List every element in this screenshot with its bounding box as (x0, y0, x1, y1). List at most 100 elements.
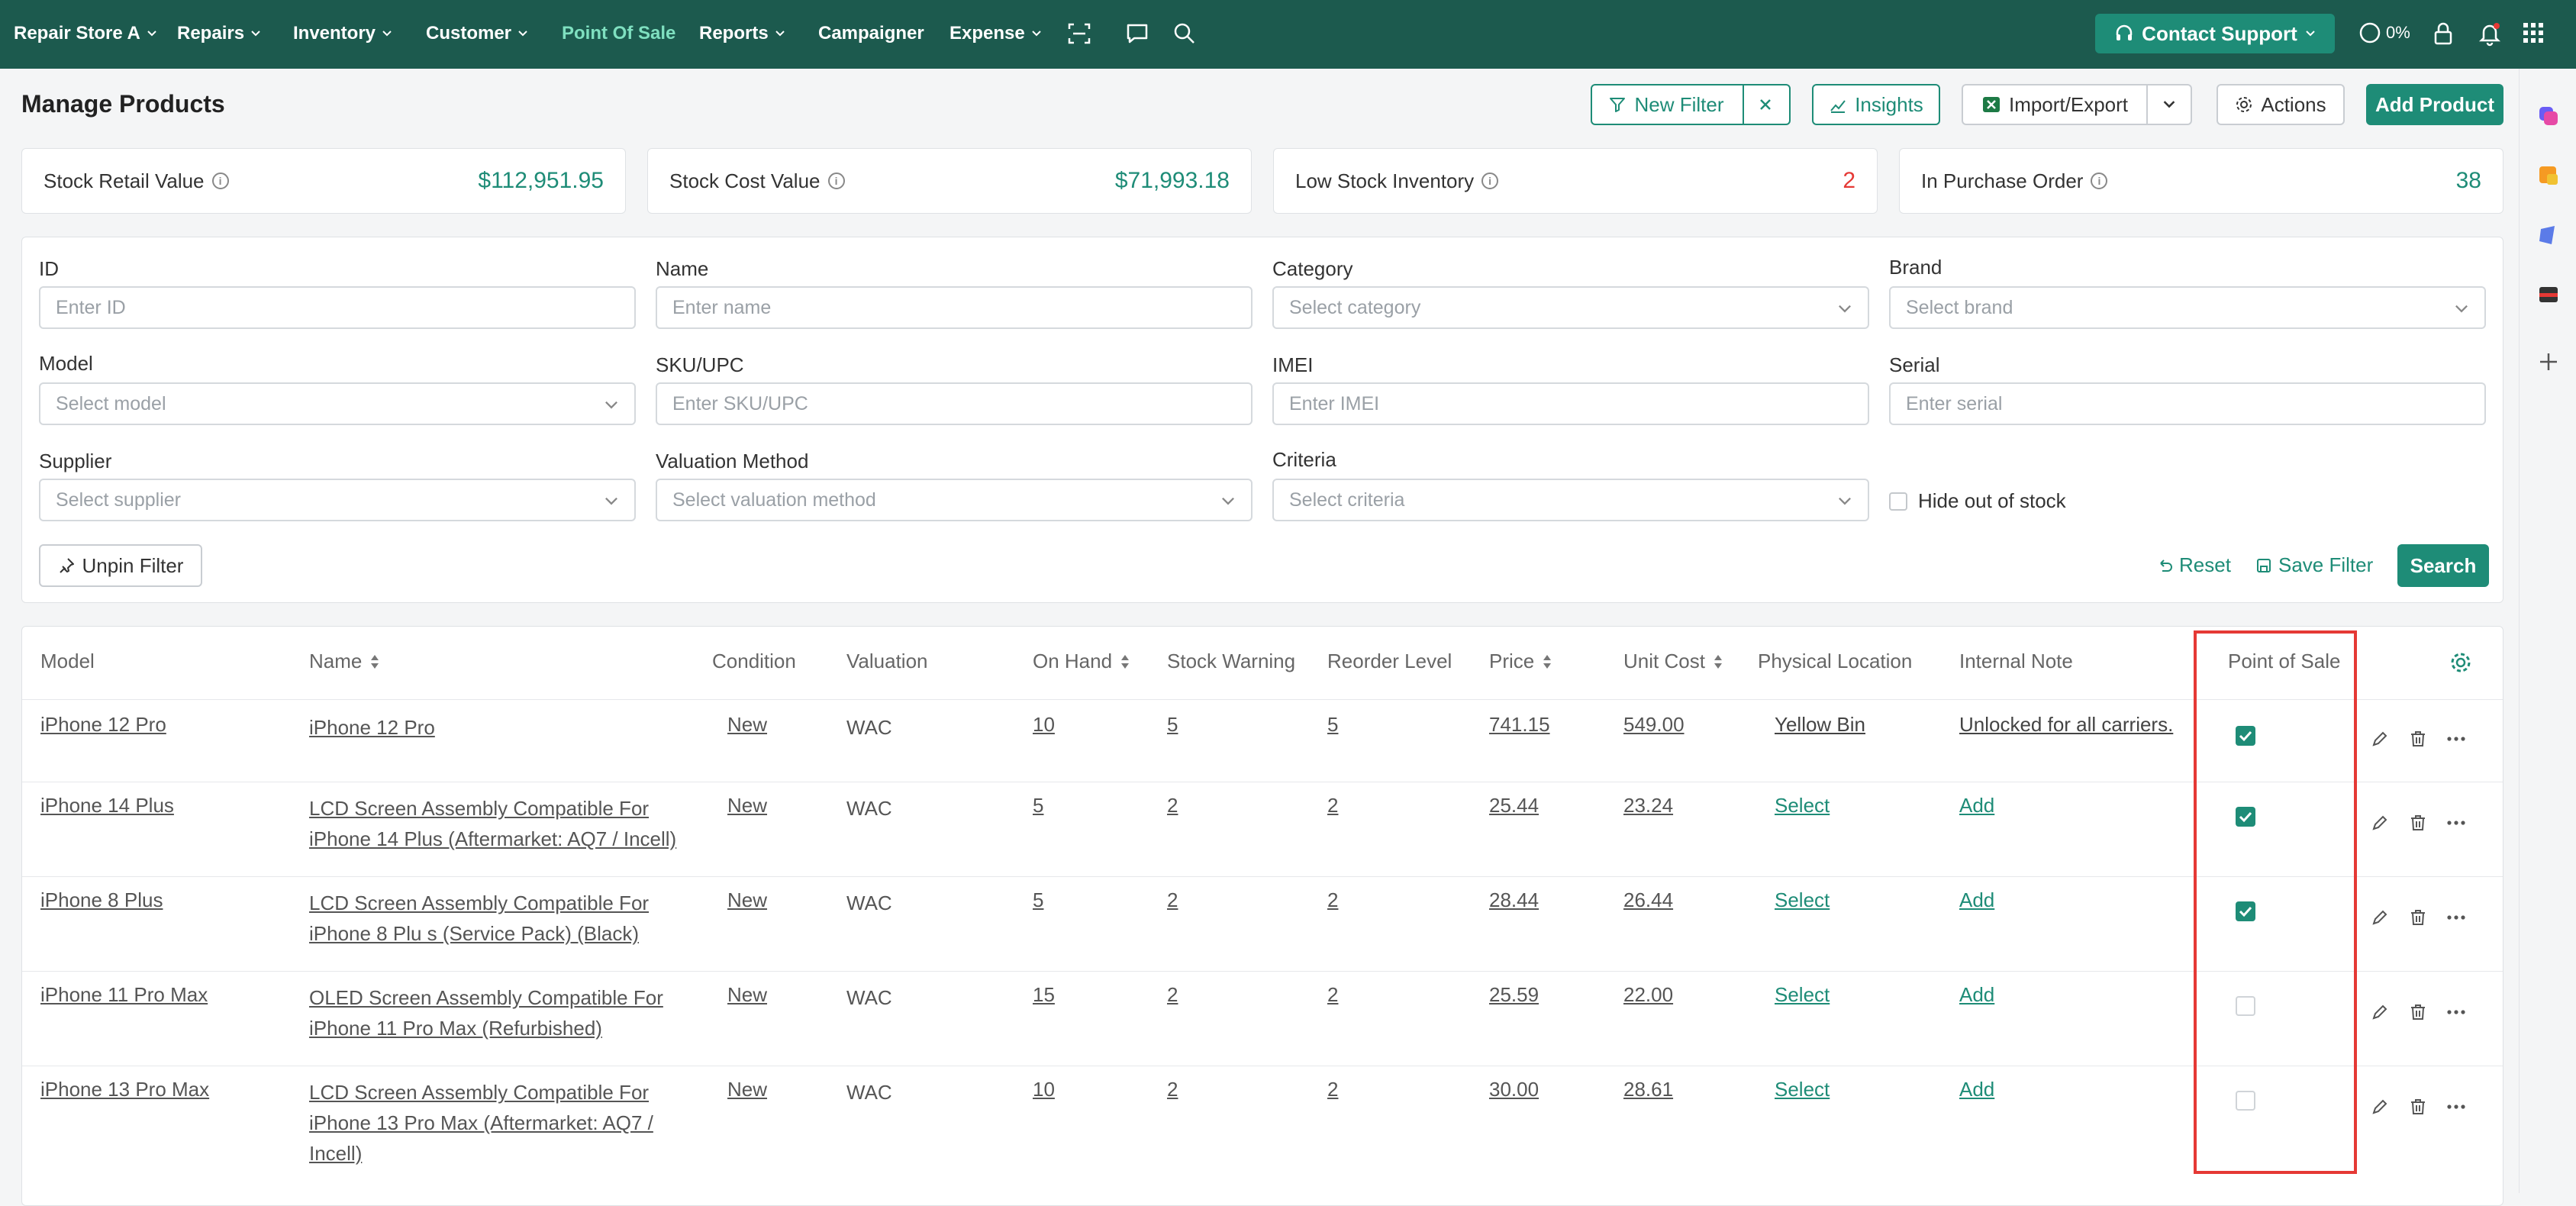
insights-button[interactable]: Insights (1812, 84, 1940, 125)
cell-name[interactable]: OLED Screen Assembly Compatible For iPhon… (309, 982, 663, 1043)
name-input[interactable]: Enter name (656, 286, 1253, 329)
cell-model[interactable]: iPhone 12 Pro (40, 709, 166, 740)
col-header-price[interactable]: Price (1489, 650, 1552, 673)
cell-reorder-level[interactable]: 2 (1327, 790, 1338, 821)
cell-price[interactable]: 28.44 (1489, 885, 1539, 915)
nav-reports[interactable]: Reports (699, 23, 785, 44)
reset-button[interactable]: Reset (2156, 553, 2231, 577)
serial-input[interactable]: Enter serial (1889, 382, 2486, 425)
import-export-dropdown[interactable] (2146, 84, 2192, 125)
edit-icon[interactable] (2370, 908, 2390, 927)
cell-internal-note[interactable]: Add (1959, 979, 1994, 1010)
nav-customer[interactable]: Customer (426, 23, 528, 44)
cell-model[interactable]: iPhone 11 Pro Max (40, 979, 208, 1010)
column-settings-gear-icon[interactable] (2449, 651, 2472, 674)
col-header-unit-cost[interactable]: Unit Cost (1623, 650, 1723, 673)
cell-internal-note[interactable]: Unlocked for all carriers. (1959, 709, 2173, 740)
nav-repairs[interactable]: Repairs (177, 23, 261, 44)
cell-reorder-level[interactable]: 2 (1327, 1074, 1338, 1104)
add-icon[interactable] (2536, 350, 2561, 374)
trash-icon[interactable] (2408, 729, 2428, 749)
trash-icon[interactable] (2408, 1002, 2428, 1022)
cell-model[interactable]: iPhone 14 Plus (40, 790, 174, 821)
cell-stock-warning[interactable]: 2 (1167, 1074, 1178, 1104)
cell-on-hand[interactable]: 15 (1033, 979, 1055, 1010)
cell-on-hand[interactable]: 5 (1033, 885, 1043, 915)
cell-unit-cost[interactable]: 28.61 (1623, 1074, 1673, 1104)
info-icon[interactable]: i (211, 173, 229, 189)
cell-price[interactable]: 25.59 (1489, 979, 1539, 1010)
col-header-name[interactable]: Name (309, 650, 380, 673)
info-icon[interactable]: i (1481, 173, 1499, 189)
add-product-button[interactable]: Add Product (2366, 84, 2503, 125)
save-filter-button[interactable]: Save Filter (2255, 553, 2373, 577)
brand-select[interactable]: Select brand (1889, 286, 2486, 329)
cell-model[interactable]: iPhone 13 Pro Max (40, 1074, 209, 1104)
cell-price[interactable]: 25.44 (1489, 790, 1539, 821)
cell-unit-cost[interactable]: 26.44 (1623, 885, 1673, 915)
cell-on-hand[interactable]: 10 (1033, 1074, 1055, 1104)
nav-campaigner[interactable]: Campaigner (818, 23, 924, 44)
checkbox-box[interactable] (1889, 492, 1907, 511)
search-button[interactable]: Search (2397, 544, 2489, 587)
cell-unit-cost[interactable]: 22.00 (1623, 979, 1673, 1010)
actions-button[interactable]: Actions (2217, 84, 2345, 125)
cell-condition[interactable]: New (727, 885, 767, 915)
more-icon[interactable] (2446, 1097, 2466, 1117)
criteria-select[interactable]: Select criteria (1272, 479, 1869, 521)
nav-point-of-sale[interactable]: Point Of Sale (562, 23, 675, 44)
store-selector[interactable]: Repair Store A (14, 23, 157, 44)
more-icon[interactable] (2446, 908, 2466, 927)
cell-condition[interactable]: New (727, 790, 767, 821)
id-input[interactable]: Enter ID (39, 286, 636, 329)
cell-name[interactable]: LCD Screen Assembly Compatible For iPhone… (309, 1077, 653, 1169)
cell-internal-note[interactable]: Add (1959, 1074, 1994, 1104)
cell-internal-note[interactable]: Add (1959, 885, 1994, 915)
col-header-on-hand[interactable]: On Hand (1033, 650, 1130, 673)
cell-reorder-level[interactable]: 2 (1327, 979, 1338, 1010)
cell-unit-cost[interactable]: 549.00 (1623, 709, 1685, 740)
cell-model[interactable]: iPhone 8 Plus (40, 885, 163, 915)
cell-stock-warning[interactable]: 2 (1167, 790, 1178, 821)
cell-physical-location[interactable]: Select (1775, 790, 1830, 821)
cell-condition[interactable]: New (727, 1074, 767, 1104)
copilot-icon[interactable] (2536, 104, 2561, 128)
cell-reorder-level[interactable]: 2 (1327, 885, 1338, 915)
close-icon[interactable] (1758, 97, 1773, 112)
cell-physical-location[interactable]: Select (1775, 979, 1830, 1010)
cell-reorder-level[interactable]: 5 (1327, 709, 1338, 740)
cell-physical-location[interactable]: Select (1775, 1074, 1830, 1104)
office-icon[interactable] (2536, 282, 2561, 307)
scan-icon[interactable] (1067, 21, 1091, 46)
trash-icon[interactable] (2408, 813, 2428, 833)
edit-icon[interactable] (2370, 813, 2390, 833)
edit-icon[interactable] (2370, 729, 2390, 749)
imei-input[interactable]: Enter IMEI (1272, 382, 1869, 425)
cell-internal-note[interactable]: Add (1959, 790, 1994, 821)
cell-physical-location[interactable]: Yellow Bin (1775, 709, 1865, 740)
search-icon[interactable] (1172, 21, 1197, 46)
nav-expense[interactable]: Expense (949, 23, 1042, 44)
sku-input[interactable]: Enter SKU/UPC (656, 382, 1253, 425)
edit-icon[interactable] (2370, 1002, 2390, 1022)
nav-inventory[interactable]: Inventory (293, 23, 392, 44)
extension-icon[interactable] (2536, 223, 2561, 247)
more-icon[interactable] (2446, 813, 2466, 833)
hide-out-of-stock-checkbox[interactable]: Hide out of stock (1889, 489, 2066, 513)
cell-stock-warning[interactable]: 2 (1167, 979, 1178, 1010)
info-icon[interactable]: i (827, 173, 845, 189)
cell-stock-warning[interactable]: 5 (1167, 709, 1178, 740)
import-export-button[interactable]: Import/Export (1962, 84, 2148, 125)
more-icon[interactable] (2446, 1002, 2466, 1022)
more-icon[interactable] (2446, 729, 2466, 749)
unpin-filter-button[interactable]: Unpin Filter (39, 544, 202, 587)
supplier-select[interactable]: Select supplier (39, 479, 636, 521)
trash-icon[interactable] (2408, 908, 2428, 927)
lock-icon[interactable] (2432, 21, 2455, 46)
cell-physical-location[interactable]: Select (1775, 885, 1830, 915)
apps-grid-icon[interactable] (2522, 21, 2545, 44)
cell-stock-warning[interactable]: 2 (1167, 885, 1178, 915)
info-icon[interactable]: i (2091, 173, 2108, 189)
edit-icon[interactable] (2370, 1097, 2390, 1117)
valuation-select[interactable]: Select valuation method (656, 479, 1253, 521)
